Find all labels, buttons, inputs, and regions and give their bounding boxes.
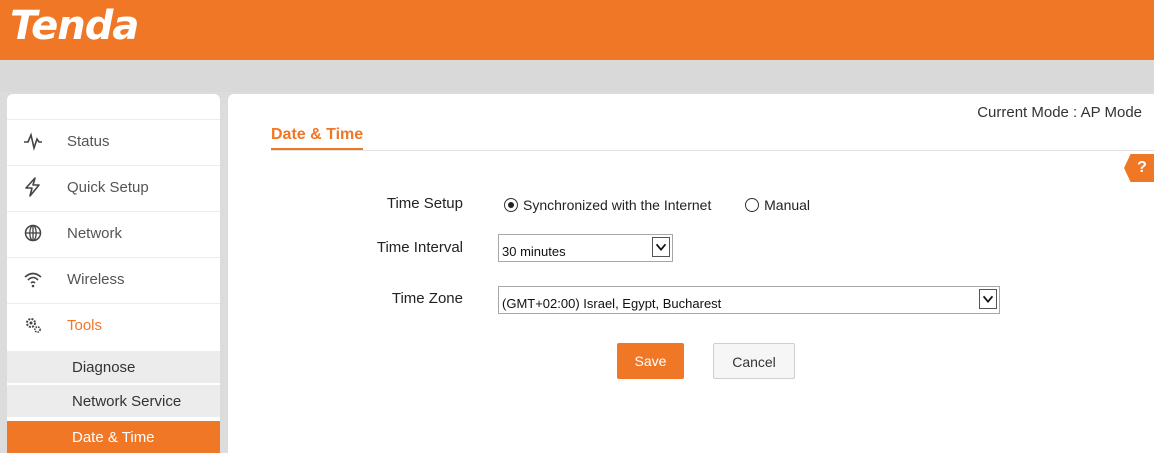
time-setup-label: Time Setup [386, 195, 463, 212]
save-button[interactable]: Save [617, 343, 684, 379]
sidebar-subitem-date-time[interactable]: Date & Time [7, 420, 220, 453]
time-zone-label: Time Zone [391, 290, 463, 307]
time-setup-radio-group: Synchronized with the Internet Manual [504, 197, 810, 213]
sidebar-subitem-diagnose[interactable]: Diagnose [7, 350, 220, 383]
sidebar-subitem-label: Network Service [72, 393, 182, 410]
manual-label: Manual [764, 197, 811, 213]
sidebar-item-tools[interactable]: Tools [7, 303, 220, 348]
sidebar-item-quick-setup[interactable]: Quick Setup [7, 165, 220, 210]
sidebar-subitem-network-service[interactable]: Network Service [7, 384, 220, 417]
manual-radio[interactable] [745, 198, 760, 212]
time-interval-select[interactable]: 30 minutes [498, 234, 673, 262]
sidebar-item-label: Tools [67, 317, 103, 334]
sidebar-item-label: Status [67, 133, 110, 150]
top-header: Tenda [0, 0, 1154, 60]
globe-icon [24, 224, 42, 242]
sidebar-item-wireless[interactable]: Wireless [7, 257, 220, 302]
sidebar-item-label: Quick Setup [67, 179, 149, 196]
sync-internet-radio[interactable] [504, 198, 518, 212]
pulse-icon [24, 132, 42, 151]
sidebar-item-label: Network [67, 225, 123, 242]
cancel-button[interactable]: Cancel [713, 343, 795, 379]
time-interval-value: 30 minutes [502, 244, 566, 259]
current-mode-text: Current Mode : AP Mode [977, 104, 1142, 121]
lightning-icon [25, 177, 40, 197]
wifi-icon [24, 272, 42, 288]
sidebar-subitem-label: Date & Time [72, 429, 155, 446]
page-title: Date & Time [271, 126, 364, 150]
chevron-down-icon [652, 237, 670, 257]
gears-icon [26, 318, 41, 333]
sidebar-item-network[interactable]: Network [7, 211, 220, 256]
sidebar-item-label: Wireless [67, 271, 125, 288]
sync-internet-label: Synchronized with the Internet [523, 197, 712, 213]
help-button[interactable]: ? [1124, 154, 1154, 182]
time-zone-value: (GMT+02:00) Israel, Egypt, Bucharest [502, 296, 722, 311]
title-divider [271, 150, 1154, 151]
main-panel: Current Mode : AP Mode Date & Time ? Tim… [228, 94, 1154, 453]
sidebar: Status Quick Setup Network Wireless Tool… [7, 94, 220, 453]
sidebar-subitem-label: Diagnose [72, 359, 136, 376]
time-zone-select[interactable]: (GMT+02:00) Israel, Egypt, Bucharest [498, 286, 1000, 314]
header-band [0, 60, 1154, 92]
sidebar-item-status[interactable]: Status [7, 119, 220, 164]
time-interval-label: Time Interval [376, 239, 463, 256]
chevron-down-icon [979, 289, 997, 309]
tenda-logo: Tenda [10, 3, 139, 49]
